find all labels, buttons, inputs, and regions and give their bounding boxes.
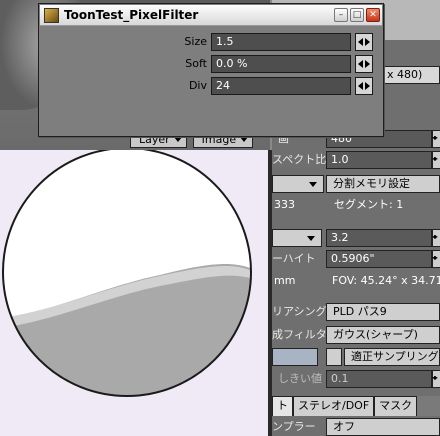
app-icon bbox=[44, 8, 59, 23]
tab-mask[interactable]: マスク bbox=[374, 396, 418, 416]
tab-render[interactable]: ト bbox=[272, 396, 293, 416]
size-arrows-icon[interactable] bbox=[355, 33, 373, 51]
adaptive-sampling-button[interactable]: 適正サンプリング bbox=[344, 348, 440, 366]
film-height-label: ーハイト bbox=[272, 252, 316, 265]
zoom-field[interactable]: 3.2 bbox=[326, 229, 432, 247]
adaptive-checkbox[interactable] bbox=[326, 348, 342, 366]
threshold-field[interactable]: 0.1 bbox=[326, 370, 432, 388]
tab-stereo-dof[interactable]: ステレオ/DOF bbox=[293, 396, 375, 416]
recon-filter-dropdown[interactable]: ガウス(シャープ) bbox=[326, 326, 440, 344]
soft-row: Soft 0.0 % bbox=[39, 55, 383, 75]
div-row: Div 24 bbox=[39, 77, 383, 97]
soft-arrows-icon[interactable] bbox=[355, 55, 373, 73]
minimize-icon[interactable]: – bbox=[334, 8, 348, 22]
mm-stat: mm bbox=[274, 274, 296, 287]
segment-memory-button[interactable]: 分割メモリ設定 bbox=[326, 175, 440, 193]
adaptive-swatch bbox=[272, 348, 318, 366]
resolution-readout: x 480) bbox=[382, 66, 440, 84]
antialias-label: リアシング bbox=[272, 305, 327, 318]
pixel-aspect-label: スペクト比 bbox=[272, 153, 327, 166]
panel-tabs: ト ステレオ/DOF マスク bbox=[272, 396, 440, 416]
fov-stat: FOV: 45.24° x 34.71° bbox=[332, 274, 440, 287]
pixel-aspect-arrows-icon[interactable] bbox=[432, 151, 440, 169]
zoom-arrows-icon[interactable] bbox=[432, 229, 440, 247]
size-row: Size 1.5 bbox=[39, 33, 383, 53]
zoom-dropdown[interactable] bbox=[272, 229, 322, 247]
sphere-render bbox=[2, 150, 252, 397]
sampler-label: ンプラー bbox=[272, 420, 316, 433]
window-titlebar[interactable]: ToonTest_PixelFilter – □ ✕ bbox=[40, 5, 382, 26]
antialias-dropdown[interactable]: PLD パス9 bbox=[326, 303, 440, 321]
pixel-aspect-field[interactable]: 1.0 bbox=[326, 151, 432, 169]
memory-stat: 333 bbox=[274, 198, 295, 211]
sampler-dropdown[interactable]: オフ bbox=[326, 418, 440, 436]
segment-stat: セグメント: 1 bbox=[334, 198, 404, 211]
soft-field[interactable]: 0.0 % bbox=[211, 55, 351, 73]
pixel-filter-window: ToonTest_PixelFilter – □ ✕ Size 1.5 Soft… bbox=[38, 3, 384, 137]
window-title: ToonTest_PixelFilter bbox=[64, 8, 199, 22]
render-preview bbox=[0, 150, 268, 436]
div-arrows-icon[interactable] bbox=[355, 77, 373, 95]
film-height-arrows-icon[interactable] bbox=[432, 250, 440, 268]
recon-filter-label: 成フィルタ bbox=[272, 328, 327, 341]
film-height-field[interactable]: 0.5906" bbox=[326, 250, 432, 268]
preset-dropdown[interactable] bbox=[272, 175, 324, 193]
threshold-label: しきい値 bbox=[278, 372, 322, 385]
threshold-arrows-icon[interactable] bbox=[432, 370, 440, 388]
soft-label: Soft bbox=[185, 57, 207, 70]
size-field[interactable]: 1.5 bbox=[211, 33, 351, 51]
size-label: Size bbox=[184, 35, 207, 48]
close-icon[interactable]: ✕ bbox=[366, 8, 380, 22]
maximize-icon[interactable]: □ bbox=[350, 8, 364, 22]
div-field[interactable]: 24 bbox=[211, 77, 351, 95]
div-label: Div bbox=[188, 79, 207, 92]
aspect-arrows-icon[interactable] bbox=[432, 130, 440, 148]
